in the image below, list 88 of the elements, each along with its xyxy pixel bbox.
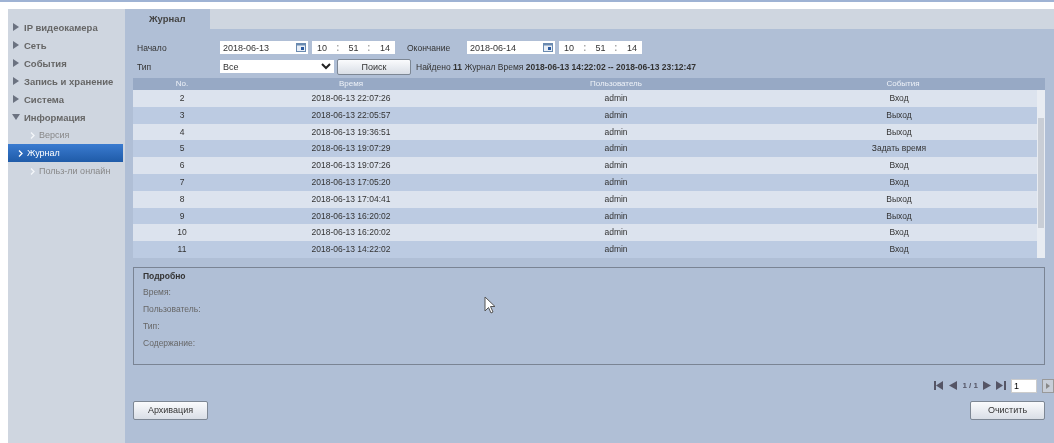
result-summary: Найдено 11 Журнал Время 2018-06-13 14:22:02 -- 2018-06-13 23:12:47 [416, 61, 696, 72]
table-cell-text: admin [603, 243, 629, 257]
table-cell-text: 2 [178, 92, 186, 105]
table-cell-text: 2018-06-13 16:20:02 [310, 209, 392, 223]
chevron-down-icon [321, 63, 331, 70]
table-cell-text: admin [603, 108, 629, 122]
table-cell-text: Выход [885, 209, 913, 223]
column-header: События [885, 78, 921, 90]
first-page-icon[interactable] [934, 381, 945, 391]
end-date-field[interactable]: 2018-06-14 [467, 41, 555, 54]
colon-separator-icon [615, 44, 618, 51]
previous-page-icon[interactable] [949, 381, 958, 391]
table-cell-text: 8 [178, 192, 186, 206]
table-cell-text: 2018-06-13 19:36:51 [310, 125, 392, 139]
cursor-icon [484, 295, 496, 314]
table-cell-text: Вход [888, 243, 910, 257]
type-dropdown[interactable]: Все [220, 60, 334, 73]
column-header: No. [174, 78, 190, 90]
table-cell-text: 2018-06-13 22:07:26 [310, 92, 392, 105]
table-cell-text: Задать время [870, 142, 928, 156]
table-cell-text: admin [603, 142, 629, 156]
table-cell-text: 6 [178, 159, 186, 173]
last-page-icon[interactable] [996, 381, 1006, 391]
next-page-icon[interactable] [983, 381, 991, 391]
table-cell-text: Выход [885, 192, 913, 206]
end-label: Окончание [406, 42, 452, 53]
sidebar-item[interactable]: События [8, 54, 125, 72]
column-header: Время [337, 78, 365, 90]
table-cell-text: 9 [178, 209, 186, 223]
table-cell-text: admin [603, 226, 629, 240]
table-cell-text: 2018-06-13 19:07:29 [310, 142, 392, 156]
table-cell-text: admin [603, 192, 629, 206]
table-cell-text: Вход [888, 92, 910, 105]
table-cell-text: Выход [885, 108, 913, 122]
table-cell-text: 2018-06-13 14:22:02 [310, 243, 392, 257]
table-cell-text: admin [603, 125, 629, 139]
tab[interactable]: Журнал [125, 9, 210, 29]
colon-separator-icon [368, 44, 371, 51]
page-input[interactable]: 1 [1011, 378, 1037, 393]
column-header: Пользователь [589, 78, 643, 90]
table-cell-text: 3 [178, 108, 186, 122]
table-cell-text: 7 [178, 176, 186, 189]
details-title: Подробно [143, 270, 187, 283]
start-date-field[interactable]: 2018-06-13 [220, 41, 308, 54]
table-cell-text: admin [603, 92, 629, 105]
details-field-label: Время: [143, 285, 171, 299]
table-cell-text: 2018-06-13 17:05:20 [310, 176, 392, 189]
table-cell-text: admin [603, 176, 629, 189]
table-cell-text: admin [603, 209, 629, 223]
colon-separator-icon [583, 44, 586, 51]
table-cell-text: Выход [885, 125, 913, 139]
table-cell-text: Вход [888, 226, 910, 240]
scrollbar[interactable] [1037, 90, 1045, 258]
search-button[interactable]: Поиск [337, 58, 411, 75]
table-cell-text: Вход [888, 159, 910, 173]
sidebar-item[interactable]: Сеть [8, 36, 125, 54]
type-label: Тип [136, 61, 153, 72]
start-time-field[interactable]: 10 51 14 [312, 41, 395, 54]
sidebar-item[interactable]: Информация [8, 108, 125, 126]
table-cell-text: 2018-06-13 17:04:41 [310, 192, 392, 206]
sidebar-item[interactable]: IP видеокамера [8, 18, 125, 36]
table-cell-text: 2018-06-13 16:20:02 [310, 226, 392, 240]
calendar-icon[interactable] [296, 43, 306, 52]
sidebar-item[interactable]: Запись и хранение [8, 72, 125, 90]
backup-button[interactable]: Архивация [133, 400, 208, 420]
details-field-label: Пользователь: [143, 302, 201, 316]
colon-separator-icon [336, 44, 339, 51]
table-cell-text: 11 [176, 243, 188, 257]
calendar-icon[interactable] [543, 43, 553, 52]
page-indicator: 1 / 1 [962, 381, 978, 391]
start-label: Начало [136, 42, 168, 53]
chevron-right-icon [30, 167, 35, 175]
end-time-field[interactable]: 10 51 14 [559, 41, 642, 54]
table-cell-text: 2018-06-13 22:05:57 [310, 108, 392, 122]
chevron-right-icon [18, 149, 23, 157]
details-field-label: Содержание: [143, 336, 196, 350]
details-field-label: Тип: [143, 319, 160, 333]
go-icon[interactable] [1042, 378, 1054, 393]
sidebar-item[interactable]: Система [8, 90, 125, 108]
chevron-right-icon [30, 131, 35, 139]
table-cell-text: 2018-06-13 19:07:26 [310, 159, 392, 173]
clear-button[interactable]: Очистить [970, 400, 1045, 420]
table-cell-text: 4 [178, 125, 186, 139]
sidebar-subitem[interactable]: Журнал [8, 144, 123, 162]
table-cell-text: 10 [176, 226, 188, 240]
table-cell-text: admin [603, 159, 629, 173]
table-cell-text: Вход [888, 176, 910, 189]
table-cell-text: 5 [178, 142, 186, 156]
